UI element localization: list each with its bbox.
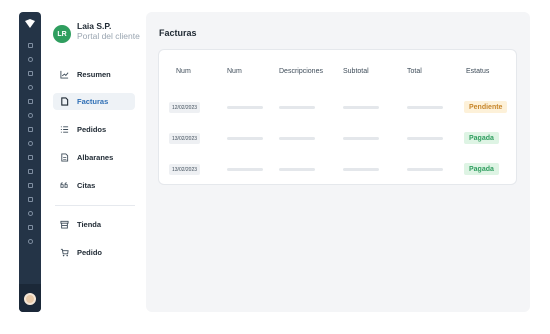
sidebar-item-label: Pedido	[77, 248, 103, 257]
sidebar-item-facturas[interactable]: Facturas	[53, 93, 135, 110]
rail-folder-icon[interactable]	[19, 194, 41, 204]
rail-lock-icon[interactable]	[19, 222, 41, 232]
placeholder-bar	[279, 106, 315, 109]
placeholder-bar	[407, 168, 443, 171]
invoice-date: 12/02/2023	[169, 102, 201, 113]
sidebar-item-tienda[interactable]: Tienda	[53, 216, 135, 233]
placeholder-bar	[279, 168, 315, 171]
sidebar-item-label: Pedidos	[77, 125, 107, 134]
rail-user-icon[interactable]	[19, 82, 41, 92]
sidebar-item-label: Citas	[77, 181, 96, 190]
invoice-date: 13/02/2023	[169, 164, 201, 175]
placeholder-bar	[279, 137, 315, 140]
chart-icon	[59, 70, 69, 80]
rail-box-icon[interactable]	[19, 208, 41, 218]
status-badge: Pagada	[464, 132, 499, 144]
rail-footer	[19, 284, 41, 312]
user-name: Laia S.P.	[77, 21, 112, 31]
invoice-date: 13/02/2023	[169, 133, 201, 144]
avatar: LR	[53, 25, 71, 43]
sidebar-item-label: Facturas	[77, 97, 109, 106]
placeholder-bar	[343, 168, 379, 171]
page-title: Facturas	[159, 28, 197, 38]
sidebar-item-pedidos[interactable]: Pedidos	[53, 121, 135, 138]
invoices-table: Num Num Descripciones Subtotal Total Est…	[159, 50, 516, 184]
placeholder-bar	[227, 106, 263, 109]
rail-store-icon[interactable]	[19, 180, 41, 190]
sidebar-item-resumen[interactable]: Resumen	[53, 66, 135, 83]
rail-group-icon[interactable]	[19, 124, 41, 134]
placeholder-bar	[407, 137, 443, 140]
column-header[interactable]: Num	[176, 68, 191, 75]
sidebar-item-pedido[interactable]: Pedido	[53, 244, 135, 261]
placeholder-bar	[407, 106, 443, 109]
rail-grid-icon[interactable]	[19, 68, 41, 78]
list-icon	[59, 125, 69, 135]
store-icon	[59, 220, 69, 230]
user-profile[interactable]: LR Laia S.P. Portal del cliente	[53, 21, 140, 43]
column-header[interactable]: Descripciones	[279, 68, 323, 75]
rail-calendar-icon[interactable]	[19, 166, 41, 176]
table-row[interactable]: 13/02/2023 Pagada	[159, 131, 516, 147]
placeholder-bar	[343, 137, 379, 140]
quote-icon	[59, 181, 69, 191]
status-badge: Pendiente	[464, 101, 508, 113]
rail-chat-icon[interactable]	[19, 152, 41, 162]
logo-icon	[25, 19, 35, 28]
rail-avatar[interactable]	[24, 293, 36, 305]
placeholder-bar	[227, 168, 263, 171]
sidebar-item-label: Albaranes	[77, 153, 114, 162]
rail-share-icon[interactable]	[19, 110, 41, 120]
user-subtitle: Portal del cliente	[77, 31, 140, 41]
cart-icon	[59, 248, 69, 258]
rail-cloud-icon[interactable]	[19, 236, 41, 246]
document-icon	[59, 97, 69, 107]
column-header[interactable]: Subtotal	[343, 68, 369, 75]
rail-settings-icon[interactable]	[19, 138, 41, 148]
sidebar-item-label: Tienda	[77, 220, 102, 229]
rail-home-icon[interactable]	[19, 40, 41, 50]
status-badge: Pagada	[464, 163, 499, 175]
sidebar-item-albaranes[interactable]: Albaranes	[53, 149, 135, 166]
column-header[interactable]: Total	[407, 68, 422, 75]
table-row[interactable]: 12/02/2023 Pendiente	[159, 100, 516, 116]
rail-list-icon[interactable]	[19, 96, 41, 106]
receipt-icon	[59, 153, 69, 163]
sidebar-divider	[55, 205, 135, 206]
column-header[interactable]: Num	[227, 68, 242, 75]
main-content: Facturas Num Num Descripciones Subtotal …	[146, 12, 530, 312]
sidebar: LR Laia S.P. Portal del cliente Resumen …	[41, 12, 146, 312]
table-row[interactable]: 13/02/2023 Pagada	[159, 162, 516, 178]
placeholder-bar	[227, 137, 263, 140]
column-header[interactable]: Estatus	[466, 68, 489, 75]
rail-clock-icon[interactable]	[19, 54, 41, 64]
placeholder-bar	[343, 106, 379, 109]
sidebar-item-citas[interactable]: Citas	[53, 177, 135, 194]
sidebar-item-label: Resumen	[77, 70, 111, 79]
app-rail	[19, 12, 41, 312]
